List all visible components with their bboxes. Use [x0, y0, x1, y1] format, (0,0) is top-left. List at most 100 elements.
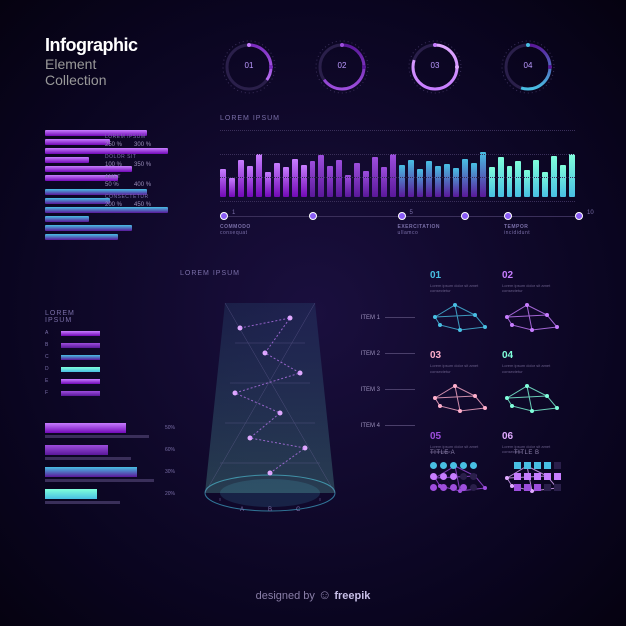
bar: [569, 154, 575, 197]
percent-value: 400 %: [134, 182, 151, 188]
rating-row: [430, 473, 496, 480]
hbar-row: E: [45, 378, 100, 384]
rating-dot: [460, 473, 467, 480]
timeline-label: EXERCITATIONullamco: [398, 224, 440, 236]
bar: [336, 160, 342, 197]
rating-square: [554, 484, 561, 491]
bar: [354, 163, 360, 197]
mini-bar: [45, 157, 89, 163]
stacked-bar-row: 60%: [45, 442, 160, 462]
timeline-num: 1: [232, 210, 235, 216]
net-box-01: 01Lorem ipsum dolor sit amet consectetur: [430, 270, 490, 340]
rating-square: [554, 473, 561, 480]
rating-row: [430, 484, 496, 491]
stacked-bar-row: 20%: [45, 486, 160, 506]
radar-item-label: ITEM 3: [361, 387, 415, 393]
rating-row: [514, 462, 580, 469]
rating-square: [514, 462, 521, 469]
svg-text:B: B: [268, 507, 272, 513]
radar-item-label: ITEM 4: [361, 423, 415, 429]
net-box-04: 04Lorem ipsum dolor sit amet consectetur: [502, 350, 562, 420]
hbar-row: F: [45, 390, 100, 396]
rating-title-b: TITLE B: [514, 450, 580, 456]
bar: [498, 157, 504, 197]
bar: [345, 175, 351, 197]
percent-value: 350 %: [134, 162, 151, 168]
timeline-stop: [398, 212, 406, 220]
rating-dot: [440, 462, 447, 469]
percent-value: 450 %: [134, 202, 151, 208]
net-row: 01Lorem ipsum dolor sit amet consectetur…: [430, 270, 580, 340]
bar: [390, 154, 396, 197]
rating-square: [524, 473, 531, 480]
bar: [462, 159, 468, 197]
bar: [327, 166, 333, 197]
percent-value: 50 %: [105, 182, 122, 188]
bar-chart-section: LOREM IPSUM COMMODOconsequat1EXERCITATIO…: [220, 115, 575, 232]
stacked-bars: 50%60%30%20%: [45, 420, 160, 508]
mini-bar: [45, 216, 89, 222]
percent-label: CONSECTETUR: [105, 194, 151, 200]
bar: [444, 164, 450, 197]
rating-dot: [440, 484, 447, 491]
bar: [408, 160, 414, 197]
bar: [301, 165, 307, 197]
credit: designed by ☺ freepik: [0, 587, 626, 602]
net-row: 03Lorem ipsum dolor sit amet consectetur…: [430, 350, 580, 420]
bar: [453, 168, 459, 197]
bar: [310, 161, 316, 197]
circle-stat-02: 02: [313, 38, 371, 96]
bar: [283, 167, 289, 197]
rating-dot: [430, 473, 437, 480]
rating-dot: [430, 484, 437, 491]
radar-chart: A B C: [180, 283, 360, 523]
timeline-label: TEMPORincididunt: [504, 224, 530, 236]
circle-stat-01: 01: [220, 38, 278, 96]
rating-dot: [450, 484, 457, 491]
radar-section: LOREM IPSUM ABC ITEM 1ITEM 2ITEM 3ITEM 4: [180, 270, 380, 540]
timeline-num: 5: [410, 210, 413, 216]
rating-dot: [460, 484, 467, 491]
timeline-stop: [504, 212, 512, 220]
percent-label: LOREM IPSUM: [105, 134, 151, 140]
rating-square: [514, 484, 521, 491]
hbar-row: D: [45, 366, 100, 372]
bar: [399, 165, 405, 197]
rating-col-b: TITLE B: [514, 450, 580, 495]
hbar-row: A: [45, 330, 100, 336]
bar: [372, 157, 378, 197]
rating-dot: [440, 473, 447, 480]
hbar-title: LOREM IPSUM: [45, 310, 100, 324]
mini-bar: [45, 139, 110, 145]
circle-stat-04: 04: [499, 38, 557, 96]
bar: [551, 156, 557, 197]
rating-square: [524, 462, 531, 469]
percent-label: AMET: [105, 174, 151, 180]
rating-dot: [470, 484, 477, 491]
bar: [507, 166, 513, 197]
bar: [229, 178, 235, 197]
rating-dot: [470, 473, 477, 480]
bar: [247, 166, 253, 197]
mini-bar: [45, 198, 110, 204]
horizontal-bars: LOREM IPSUM ABCDEF: [45, 310, 100, 402]
rating-dot: [450, 462, 457, 469]
svg-text:C: C: [296, 507, 301, 513]
timeline-stop: [309, 212, 317, 220]
bar: [524, 170, 530, 197]
bar: [238, 160, 244, 197]
rating-row: [514, 473, 580, 480]
net-box-03: 03Lorem ipsum dolor sit amet consectetur: [430, 350, 490, 420]
credit-prefix: designed by: [256, 590, 318, 602]
mini-bar: [45, 234, 118, 240]
mini-bar: [45, 225, 132, 231]
svg-text:A: A: [240, 507, 244, 513]
percent-value: 100 %: [105, 162, 122, 168]
rating-square: [524, 484, 531, 491]
bar: [533, 160, 539, 197]
rating-dot: [460, 462, 467, 469]
radar-item-label: ITEM 1: [361, 315, 415, 321]
hbar-row: B: [45, 342, 100, 348]
rating-title-a: TITLE A: [430, 450, 496, 456]
rating-section: TITLE A TITLE B: [430, 450, 580, 495]
